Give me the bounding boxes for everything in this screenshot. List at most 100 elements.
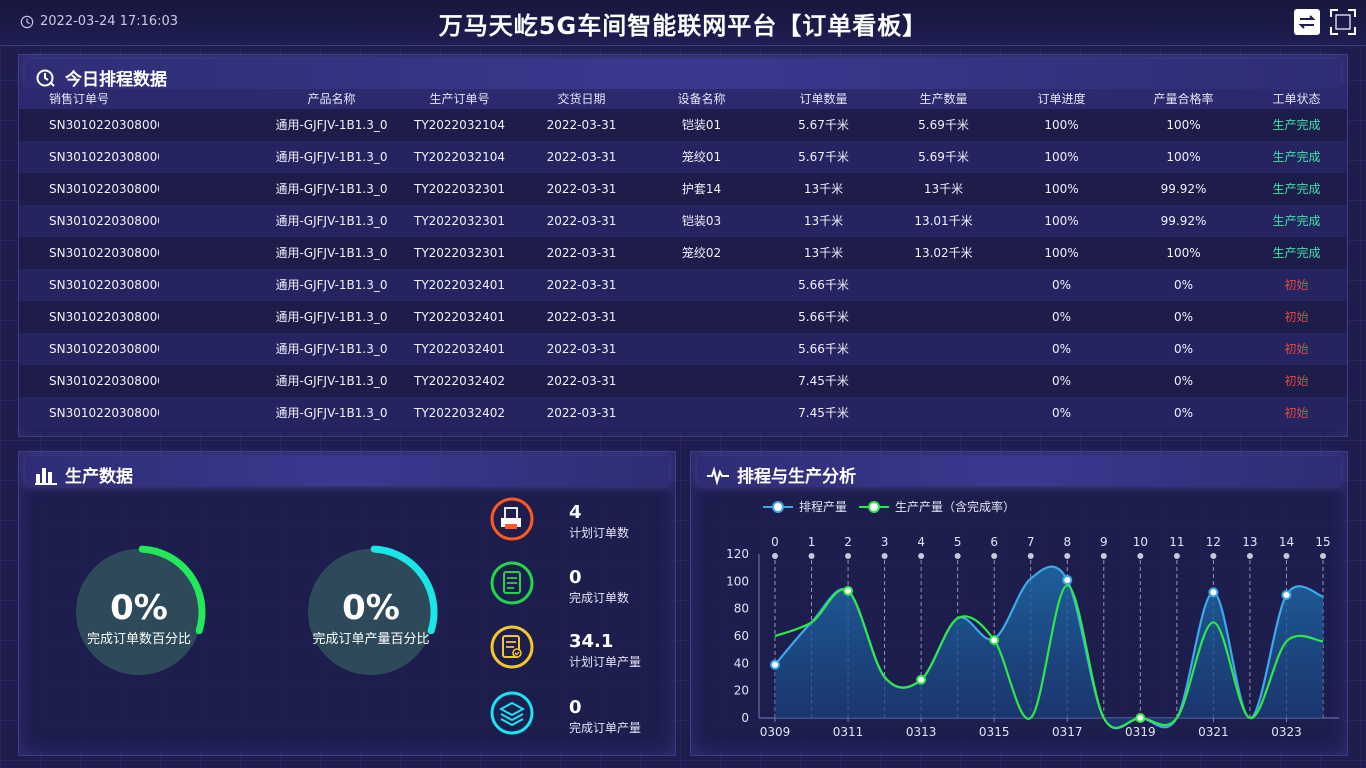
table-cell-device: 笼绞02 [681, 246, 722, 260]
table-cell-product: 通用-GJFJV-1B1.3_0 [275, 182, 388, 196]
fullscreen-icon [1330, 9, 1356, 35]
top-index-label: 10 [1133, 535, 1148, 549]
swap-icon [1298, 15, 1316, 29]
top-index-label: 15 [1315, 535, 1330, 549]
column-header: 交货日期 [557, 92, 606, 106]
analysis-title: 排程与生产分析 [707, 462, 856, 487]
table-cell-status: 生产完成 [1272, 246, 1321, 260]
top-index-label: 5 [954, 535, 962, 549]
table-cell-sales: SN30102203080000 [49, 182, 159, 196]
table-cell-order: TY2022032401 [413, 278, 505, 292]
table-cell-progress: 0% [1051, 342, 1072, 356]
table-cell-progress: 100% [1044, 214, 1079, 228]
top-marker-dot [1173, 553, 1180, 559]
table-row[interactable]: SN30102203080000 通用-GJFJV-1B1.3_0 TY202203… [19, 173, 1347, 205]
table-cell-date: 2022-03-31 [546, 150, 617, 164]
table-cell-sales: SN30102203080000 [49, 406, 159, 420]
table-cell-device: 笼绞01 [681, 150, 722, 164]
table-cell-sales: SN30102203080000 [49, 374, 159, 388]
table-row[interactable]: SN30102203080000 通用-GJFJV-1B1.3_0 TY202203… [19, 269, 1347, 301]
table-cell-date: 2022-03-31 [546, 310, 617, 324]
table-row[interactable]: SN30102203080000 通用-GJFJV-1B1.3_0 TY202203… [19, 109, 1347, 141]
table-row[interactable]: SN30102203080000 通用-GJFJV-1B1.3_0 TY202203… [19, 237, 1347, 269]
chart-legend[interactable]: 排程产量 生产产量（含完成率） [763, 498, 1015, 515]
table-cell-qty: 5.66千米 [798, 310, 849, 324]
table-cell-status: 初始 [1284, 342, 1309, 356]
column-header: 工单状态 [1272, 92, 1321, 106]
table-cell-order: TY2022032402 [413, 406, 505, 420]
top-index-label: 1 [808, 535, 816, 549]
table-cell-progress: 100% [1044, 246, 1079, 260]
actual-point [843, 585, 854, 596]
column-header: 销售订单号 [49, 92, 110, 106]
switch-button[interactable] [1294, 9, 1320, 35]
table-cell-product: 通用-GJFJV-1B1.3_0 [275, 310, 388, 324]
production-title: 生产数据 [35, 462, 133, 487]
production-title-bar: 生产数据 [25, 456, 669, 487]
planned-output-value: 34.1 [569, 631, 614, 652]
top-index-label: 2 [844, 535, 852, 549]
table-row[interactable]: SN30102203080000 通用-GJFJV-1B1.3_0 TY202203… [19, 301, 1347, 333]
table-cell-status: 初始 [1284, 374, 1309, 388]
table-cell-date: 2022-03-31 [546, 278, 617, 292]
table-cell-device: 铠装01 [681, 118, 722, 132]
table-cell-order: TY2022032301 [413, 246, 505, 260]
completed-orders-label: 完成订单数 [569, 591, 630, 605]
pulse-icon [707, 465, 729, 485]
table-cell-order: TY2022032104 [413, 118, 505, 132]
legend-plan-marker [763, 500, 793, 513]
table-cell-rate: 100% [1166, 118, 1201, 132]
table-cell-rate: 99.92% [1160, 214, 1207, 228]
table-cell-rate: 0% [1173, 406, 1194, 420]
header-bar: 2022-03-24 17:16:03 万马天屹5G车间智能联网平台【订单看板】 [0, 0, 1366, 46]
table-cell-prod: 13.01千米 [914, 214, 973, 228]
table-row[interactable]: SN30102203080000 通用-GJFJV-1B1.3_0 TY202203… [19, 397, 1347, 429]
table-cell-sales: SN30102203080000 [49, 310, 159, 324]
planned-output-label: 计划订单产量 [569, 655, 642, 669]
table-cell-status: 生产完成 [1272, 214, 1321, 228]
table-row[interactable]: SN30102203080000 通用-GJFJV-1B1.3_0 TY202203… [19, 205, 1347, 237]
table-cell-order: TY2022032401 [413, 310, 505, 324]
table-cell-product: 通用-GJFJV-1B1.3_0 [275, 278, 388, 292]
table-cell-product: 通用-GJFJV-1B1.3_0 [275, 246, 388, 260]
top-marker-dot [1246, 553, 1253, 559]
table-cell-order: TY2022032104 [413, 150, 505, 164]
top-marker-dot [772, 553, 778, 559]
page-title: 万马天屹5G车间智能联网平台【订单看板】 [438, 12, 928, 40]
schedule-panel: 今日排程数据 销售订单号 产品名称 生产订单号 交货日期 设备名称 订单数量 生产数量 订单进… [18, 54, 1348, 437]
table-cell-progress: 0% [1051, 406, 1072, 420]
table-cell-qty: 7.45千米 [798, 374, 849, 388]
print-icon [490, 497, 534, 541]
checklist-icon [490, 625, 534, 669]
order-count-percent: 0% [110, 588, 168, 628]
table-cell-order: TY2022032301 [413, 182, 505, 196]
fullscreen-button[interactable] [1330, 9, 1356, 35]
column-header: 订单进度 [1037, 92, 1086, 106]
table-cell-date: 2022-03-31 [546, 182, 617, 196]
table-cell-product: 通用-GJFJV-1B1.3_0 [275, 342, 388, 356]
actual-point [1135, 713, 1146, 723]
table-cell-date: 2022-03-31 [546, 406, 617, 420]
plan-point [1062, 574, 1073, 585]
table-cell-date: 2022-03-31 [546, 246, 617, 260]
table-row[interactable]: SN30102203080000 通用-GJFJV-1B1.3_0 TY202203… [19, 333, 1347, 365]
table-cell-rate: 100% [1166, 246, 1201, 260]
top-index-label: 12 [1206, 535, 1221, 549]
table-row[interactable]: SN30102203080000 通用-GJFJV-1B1.3_0 TY202203… [19, 365, 1347, 397]
table-cell-device: 护套14 [681, 182, 722, 196]
table-cell-progress: 100% [1044, 182, 1079, 196]
table-cell-sales: SN30102203080000 [49, 278, 159, 292]
table-cell-rate: 0% [1173, 278, 1194, 292]
table-row[interactable]: SN30102203080000 通用-GJFJV-1B1.3_0 TY202203… [19, 141, 1347, 173]
x-tick-label: 0323 [1271, 725, 1302, 739]
top-marker-dot [1027, 553, 1034, 559]
top-index-label: 0 [771, 535, 779, 549]
schedule-title-bar: 今日排程数据 [25, 59, 1341, 90]
top-marker-dot [991, 553, 998, 559]
table-cell-sales: SN30102203080000 [49, 342, 159, 356]
plan-point [770, 659, 780, 670]
top-marker-dot [918, 553, 925, 559]
table-cell-qty: 5.67千米 [798, 150, 849, 164]
table-cell-date: 2022-03-31 [546, 118, 617, 132]
table-cell-rate: 0% [1173, 342, 1194, 356]
